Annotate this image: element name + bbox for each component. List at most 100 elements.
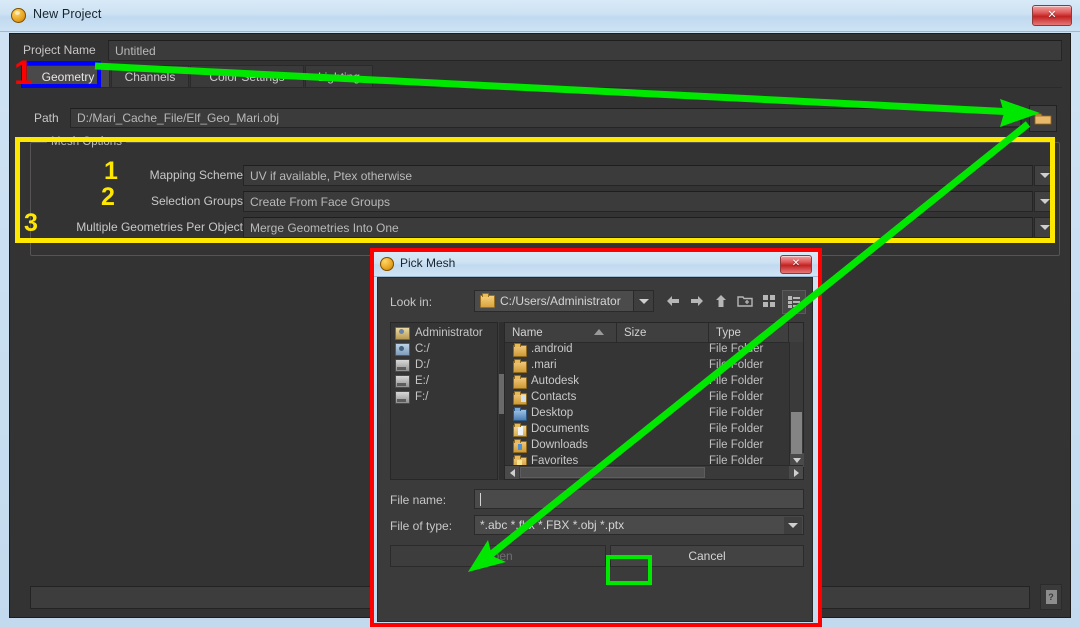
file-type: File Folder bbox=[709, 359, 764, 371]
column-header-size[interactable]: Size bbox=[617, 323, 709, 342]
column-header-name[interactable]: Name bbox=[505, 323, 617, 342]
selection-groups-dropdown-arrow-icon[interactable] bbox=[1034, 191, 1055, 212]
path-dropdown-arrow-icon[interactable] bbox=[1003, 109, 1021, 127]
folder-icon bbox=[480, 292, 495, 308]
mapping-scheme-row: Mapping Scheme UV if available, Ptex oth… bbox=[31, 165, 1061, 186]
pick-mesh-body: Look in: C:/Users/Administrator Administ… bbox=[377, 277, 813, 622]
tab-bar: Geometry Channels Color Settings Lightin… bbox=[26, 65, 1062, 88]
multiple-geometries-row: Multiple Geometries Per Object Merge Geo… bbox=[31, 217, 1061, 238]
file-type: File Folder bbox=[709, 439, 764, 451]
column-header-type[interactable]: Type bbox=[709, 323, 789, 342]
file-row[interactable]: .android File Folder bbox=[505, 342, 789, 358]
project-name-input[interactable]: Untitled bbox=[108, 40, 1062, 61]
scroll-left-button[interactable] bbox=[505, 466, 519, 479]
list-view-icon[interactable] bbox=[758, 290, 780, 312]
drive-icon bbox=[395, 390, 410, 404]
multiple-geometries-dropdown-arrow-icon[interactable] bbox=[1034, 217, 1055, 238]
path-input[interactable]: D:/Mari_Cache_File/Elf_Geo_Mari.obj bbox=[70, 108, 1022, 128]
pick-mesh-dialog: Pick Mesh ✕ Look in: C:/Users/Administra… bbox=[372, 252, 818, 627]
file-type-combo[interactable]: *.abc *.fbx *.FBX *.obj *.ptx bbox=[474, 515, 804, 535]
tab-geometry[interactable]: Geometry bbox=[26, 65, 110, 88]
desktop-folder-icon bbox=[513, 407, 527, 421]
file-name: .mari bbox=[531, 359, 557, 371]
file-row[interactable]: Contacts File Folder bbox=[505, 390, 789, 406]
place-item[interactable]: E:/ bbox=[391, 373, 497, 389]
folder-browse-icon bbox=[1034, 113, 1052, 125]
back-icon[interactable] bbox=[662, 290, 684, 312]
file-list-hscrollbar-thumb[interactable] bbox=[520, 467, 705, 478]
pick-mesh-title: Pick Mesh bbox=[400, 256, 456, 270]
mari-logo-icon bbox=[11, 8, 26, 23]
sort-ascending-icon bbox=[594, 329, 604, 335]
place-item[interactable]: F:/ bbox=[391, 389, 497, 405]
column-header-corner bbox=[789, 323, 803, 342]
pick-mesh-titlebar: Pick Mesh ✕ bbox=[372, 252, 818, 277]
mapping-scheme-combo[interactable]: UV if available, Ptex otherwise bbox=[243, 165, 1033, 186]
new-folder-icon[interactable] bbox=[734, 290, 756, 312]
file-list-rows[interactable]: .android File Folder .mari File Folder A… bbox=[505, 342, 789, 467]
forward-icon[interactable] bbox=[686, 290, 708, 312]
multiple-geometries-combo[interactable]: Merge Geometries Into One bbox=[243, 217, 1033, 238]
tab-underline bbox=[26, 87, 1062, 88]
file-type: File Folder bbox=[709, 375, 764, 387]
file-row[interactable]: .mari File Folder bbox=[505, 358, 789, 374]
project-name-row: Project Name Untitled bbox=[18, 40, 1062, 61]
file-name: Contacts bbox=[531, 391, 577, 403]
pick-mesh-close-button[interactable]: ✕ bbox=[780, 255, 812, 274]
place-item[interactable]: C:/ bbox=[391, 341, 497, 357]
file-type-value: *.abc *.fbx *.FBX *.obj *.ptx bbox=[480, 518, 625, 532]
scroll-right-button[interactable] bbox=[789, 466, 803, 479]
drive-icon bbox=[395, 358, 410, 372]
mari-logo-icon bbox=[380, 257, 394, 271]
cancel-button[interactable]: Cancel bbox=[610, 545, 804, 567]
help-document-icon[interactable]: ? bbox=[1040, 584, 1062, 610]
file-list-scrollbar-thumb[interactable] bbox=[791, 412, 802, 454]
file-list-horizontal-scrollbar[interactable] bbox=[505, 465, 803, 479]
column-header-label: Name bbox=[512, 326, 543, 339]
file-row[interactable]: Documents File Folder bbox=[505, 422, 789, 438]
place-label: F:/ bbox=[415, 391, 429, 403]
window-close-button[interactable]: ✕ bbox=[1032, 5, 1072, 26]
file-type-label: File of type: bbox=[390, 519, 453, 533]
file-name: Autodesk bbox=[531, 375, 579, 387]
tab-channels[interactable]: Channels bbox=[111, 65, 189, 88]
place-label: E:/ bbox=[415, 375, 430, 387]
mapping-scheme-label: Mapping Scheme bbox=[149, 168, 243, 182]
file-name: .android bbox=[531, 343, 573, 355]
chevron-down-icon[interactable] bbox=[784, 517, 802, 534]
chevron-down-icon[interactable] bbox=[633, 291, 653, 311]
file-list-vertical-scrollbar[interactable] bbox=[789, 342, 804, 467]
path-label: Path bbox=[34, 111, 59, 125]
project-name-label: Project Name bbox=[23, 43, 96, 57]
open-button[interactable]: Open bbox=[390, 545, 606, 567]
window-title: New Project bbox=[33, 7, 102, 21]
path-browse-button[interactable] bbox=[1029, 105, 1057, 132]
mapping-scheme-dropdown-arrow-icon[interactable] bbox=[1034, 165, 1055, 186]
file-list: Name Size Type .android File Folder .mar… bbox=[504, 322, 804, 480]
screen: New Project ✕ Project Name Untitled Geom… bbox=[0, 0, 1080, 627]
file-row[interactable]: Downloads File Folder bbox=[505, 438, 789, 454]
look-in-value: C:/Users/Administrator bbox=[500, 294, 621, 308]
look-in-label: Look in: bbox=[390, 295, 433, 309]
place-label: C:/ bbox=[415, 343, 430, 355]
system-drive-icon bbox=[395, 342, 410, 356]
places-sidebar[interactable]: Administrator C:/ D:/ E:/ F:/ bbox=[390, 322, 498, 480]
user-folder-icon bbox=[395, 326, 410, 340]
place-item[interactable]: D:/ bbox=[391, 357, 497, 373]
selection-groups-combo[interactable]: Create From Face Groups bbox=[243, 191, 1033, 212]
folder-icon bbox=[513, 343, 527, 357]
file-row[interactable]: Desktop File Folder bbox=[505, 406, 789, 422]
file-name: Documents bbox=[531, 423, 590, 435]
text-caret bbox=[480, 492, 481, 506]
detail-view-icon[interactable] bbox=[782, 290, 806, 314]
documents-folder-icon bbox=[513, 423, 527, 437]
tab-color-settings[interactable]: Color Settings bbox=[190, 65, 304, 88]
parent-directory-icon[interactable] bbox=[710, 290, 732, 312]
tab-lighting[interactable]: Lighting bbox=[305, 65, 373, 88]
file-name-field[interactable] bbox=[474, 489, 804, 509]
file-row[interactable]: Autodesk File Folder bbox=[505, 374, 789, 390]
place-item[interactable]: Administrator bbox=[391, 325, 497, 341]
mesh-options-group: Mesh Options Mapping Scheme UV if availa… bbox=[30, 136, 1061, 256]
mesh-options-title: Mesh Options bbox=[47, 136, 126, 148]
look-in-combo[interactable]: C:/Users/Administrator bbox=[474, 290, 654, 312]
